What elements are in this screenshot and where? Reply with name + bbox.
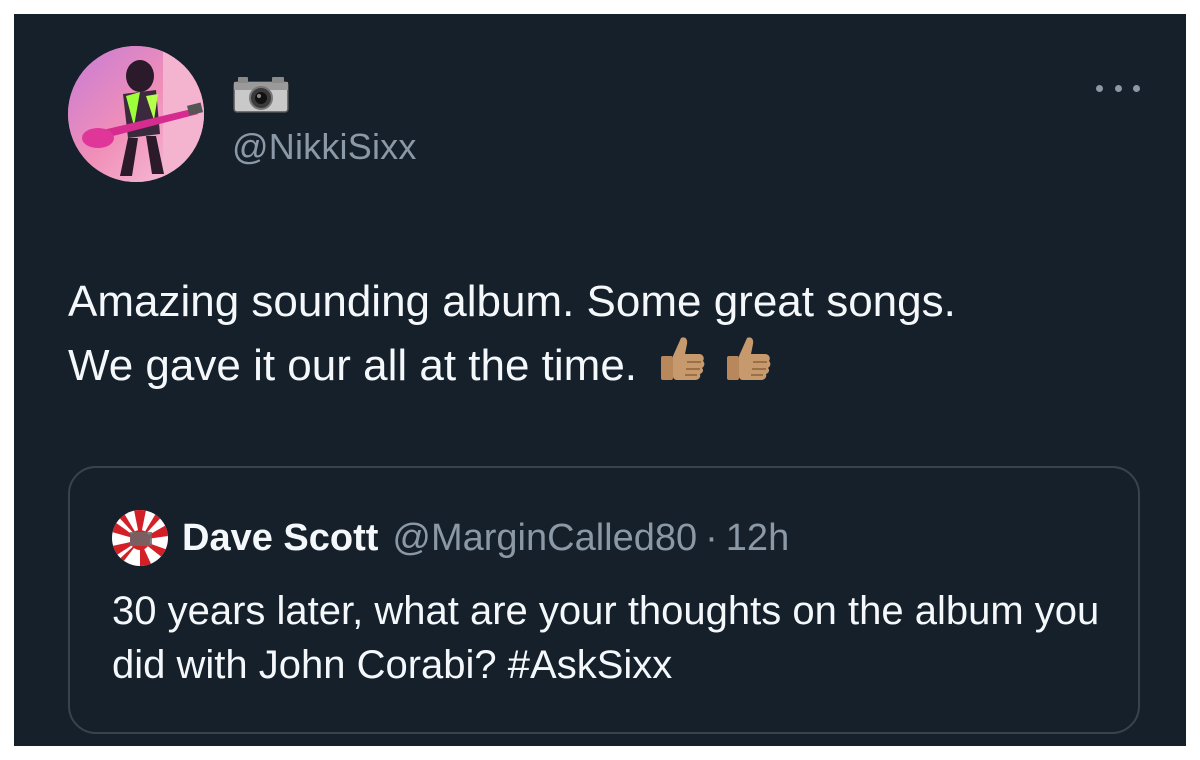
quoted-author-handle[interactable]: @MarginCalled80 <box>392 517 697 560</box>
camera-icon <box>233 77 289 113</box>
user-handle[interactable]: @NikkiSixx <box>232 126 417 168</box>
separator-dot: · <box>705 516 718 559</box>
rising-sun-flag-icon <box>112 510 168 566</box>
thumbs-up-icon <box>661 337 705 380</box>
quoted-tweet-text: 30 years later, what are your thoughts o… <box>112 589 1100 687</box>
quoted-author-name[interactable]: Dave Scott <box>182 517 378 560</box>
emoji-group <box>653 332 775 388</box>
more-options-icon[interactable] <box>1096 78 1140 98</box>
quoted-timestamp[interactable]: 12h <box>726 517 789 560</box>
quoted-tweet-header: Dave Scott @MarginCalled80 · 12h <box>112 510 789 566</box>
tweet-text: Amazing sounding album. Some great songs… <box>68 272 1148 396</box>
avatar[interactable] <box>68 46 204 182</box>
quoted-tweet[interactable]: Dave Scott @MarginCalled80 · 12h 30 year… <box>68 466 1140 734</box>
quoted-avatar[interactable] <box>112 510 168 566</box>
tweet-card: @NikkiSixx Amazing sounding album. Some … <box>14 14 1186 746</box>
avatar-image <box>68 46 204 182</box>
tweet-body: Amazing sounding album. Some great songs… <box>68 277 956 390</box>
thumbs-up-icon <box>727 337 771 380</box>
